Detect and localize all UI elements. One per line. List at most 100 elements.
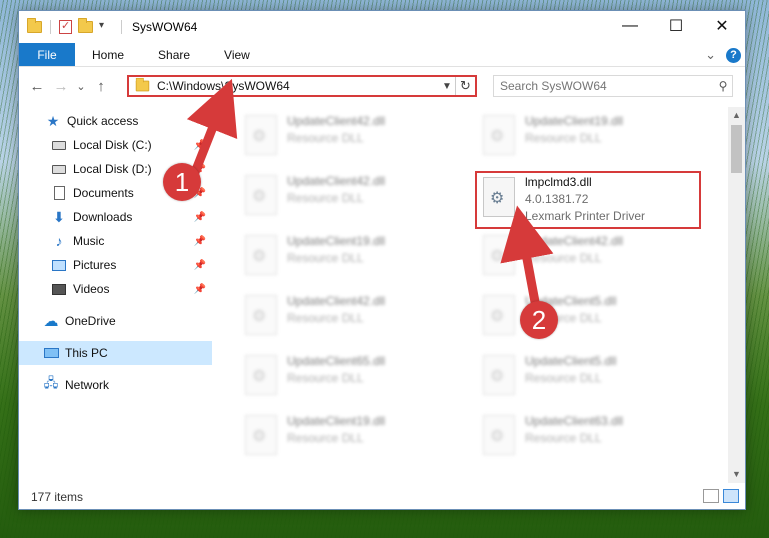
file-type: Resource DLL <box>287 371 364 385</box>
scroll-up-icon[interactable]: ▲ <box>728 107 745 124</box>
tab-file[interactable]: File <box>19 43 75 66</box>
folder-icon <box>135 77 150 92</box>
help-icon[interactable]: ? <box>726 47 741 63</box>
document-icon <box>51 185 67 201</box>
close-button[interactable]: ✕ <box>699 11 745 41</box>
file-item[interactable]: UpdateClient42.dll Resource DLL <box>231 173 461 225</box>
chevron-down-icon[interactable]: ▼ <box>439 81 455 92</box>
highlighted-file-item[interactable]: lmpclmd3.dll 4.0.1381.72 Lexmark Printer… <box>475 171 701 229</box>
sidebar-item-local-disk-c[interactable]: Local Disk (C:) 📌 <box>19 133 212 157</box>
tab-home[interactable]: Home <box>75 43 141 66</box>
pin-icon[interactable]: 📌 <box>194 284 206 295</box>
file-type: Resource DLL <box>525 431 602 445</box>
sidebar-item-label: Documents <box>73 186 134 200</box>
file-type: Resource DLL <box>525 371 602 385</box>
annotation-badge-2: 2 <box>520 301 558 339</box>
tiles-view-icon[interactable] <box>723 489 739 503</box>
file-name: UpdateClient65.dll <box>287 354 386 368</box>
status-bar: 177 items <box>19 485 745 509</box>
new-folder-icon[interactable] <box>78 18 93 33</box>
dll-file-icon <box>483 177 515 217</box>
file-name: UpdateClient42.dll <box>287 114 386 128</box>
pin-icon[interactable]: 📌 <box>194 260 206 271</box>
search-input[interactable] <box>494 79 714 93</box>
file-type: Resource DLL <box>525 131 602 145</box>
file-description: Lexmark Printer Driver <box>525 209 646 223</box>
file-item[interactable]: UpdateClient19.dll Resource DLL <box>231 233 461 285</box>
dll-file-icon <box>245 415 277 455</box>
file-item[interactable]: UpdateClient19.dll Resource DLL <box>231 413 461 465</box>
minimize-button[interactable]: — <box>607 11 653 41</box>
pin-icon[interactable]: 📌 <box>194 212 206 223</box>
up-button[interactable]: ↑ <box>89 78 113 95</box>
scroll-down-icon[interactable]: ▼ <box>728 466 745 483</box>
music-icon: ♪ <box>55 233 63 249</box>
file-item[interactable]: UpdateClient5.dllResource DLL <box>469 353 699 405</box>
dll-file-icon <box>245 175 277 215</box>
sidebar-item-music[interactable]: ♪ Music 📌 <box>19 229 212 253</box>
sidebar-item-pictures[interactable]: Pictures 📌 <box>19 253 212 277</box>
sidebar-item-network[interactable]: 🖧 Network <box>19 373 212 397</box>
file-item[interactable]: UpdateClient42.dll Resource DLL <box>469 233 699 285</box>
forward-button[interactable]: → <box>49 78 73 95</box>
sidebar-item-label: OneDrive <box>65 314 116 328</box>
customize-toolbar-icon[interactable]: ▾ <box>99 20 113 34</box>
sidebar-item-label: Quick access <box>67 114 139 128</box>
back-button[interactable]: ← <box>25 78 49 95</box>
file-type: Resource DLL <box>525 251 602 265</box>
file-item[interactable]: UpdateClient19.dll Resource DLL <box>469 113 699 165</box>
pin-icon[interactable]: 📌 <box>194 236 206 247</box>
address-bar[interactable]: C:\Windows\SysWOW64 ▼ ↻ <box>127 75 477 97</box>
scroll-thumb[interactable] <box>731 125 742 173</box>
sidebar-item-videos[interactable]: Videos 📌 <box>19 277 212 301</box>
file-item[interactable]: UpdateClient63.dll Resource DLL <box>469 413 699 465</box>
toolbar-divider <box>121 20 122 34</box>
sidebar-item-onedrive[interactable]: ☁ OneDrive <box>19 309 212 333</box>
search-box[interactable]: ⚲ <box>493 75 733 97</box>
videos-icon <box>51 281 67 297</box>
refresh-icon[interactable]: ↻ <box>455 77 475 95</box>
dll-file-icon <box>245 355 277 395</box>
dll-file-icon <box>483 115 515 155</box>
pictures-icon <box>51 257 67 273</box>
maximize-button[interactable]: ☐ <box>653 11 699 41</box>
quick-access-toolbar: ▾ <box>19 18 124 34</box>
pin-icon[interactable]: 📌 <box>194 140 206 151</box>
file-item[interactable]: UpdateClient65.dll Resource DLL <box>231 353 461 405</box>
sidebar-item-quick-access[interactable]: ★ Quick access <box>19 109 212 133</box>
navigation-bar: ← → ⌄ ↑ C:\Windows\SysWOW64 ▼ ↻ ⚲ <box>19 71 745 101</box>
file-name: UpdateClient19.dll <box>287 414 386 428</box>
recent-locations-button[interactable]: ⌄ <box>73 80 89 93</box>
address-path[interactable]: C:\Windows\SysWOW64 <box>157 79 439 93</box>
sidebar-item-label: Network <box>65 378 110 392</box>
expand-ribbon-icon[interactable]: ⌄ <box>705 47 716 63</box>
sidebar-item-label: Downloads <box>73 210 133 224</box>
view-toggle <box>703 489 739 503</box>
sidebar-item-this-pc[interactable]: This PC <box>19 341 212 365</box>
dll-file-icon <box>245 295 277 335</box>
ribbon-tabs: File Home Share View ⌄ ? <box>19 43 745 67</box>
file-name: UpdateClient42.dll <box>287 174 386 188</box>
window-controls: — ☐ ✕ <box>607 11 745 41</box>
file-name: UpdateClient42.dll <box>525 234 624 248</box>
dll-file-icon <box>483 355 515 395</box>
toolbar-divider <box>50 20 51 34</box>
sidebar-item-label: Local Disk (D:) <box>73 162 152 176</box>
sidebar-item-label: This PC <box>65 346 108 360</box>
file-name: UpdateClient19.dll <box>525 114 624 128</box>
dll-file-icon <box>483 235 515 275</box>
vertical-scrollbar[interactable]: ▲ ▼ <box>728 107 745 483</box>
dll-file-icon <box>483 415 515 455</box>
tab-share[interactable]: Share <box>141 43 207 66</box>
file-version: 4.0.1381.72 <box>525 192 589 206</box>
file-item[interactable]: UpdateClient42.dll Resource DLL <box>231 293 461 345</box>
pc-icon <box>43 345 59 361</box>
sidebar-item-downloads[interactable]: ⬇ Downloads 📌 <box>19 205 212 229</box>
search-icon[interactable]: ⚲ <box>714 79 732 93</box>
details-view-icon[interactable] <box>703 489 719 503</box>
download-icon: ⬇ <box>53 208 65 225</box>
file-item[interactable]: UpdateClient5.dllResource DLL <box>469 293 699 345</box>
file-item[interactable]: UpdateClient42.dll Resource DLL <box>231 113 461 165</box>
properties-icon[interactable] <box>59 19 72 34</box>
tab-view[interactable]: View <box>207 43 267 66</box>
